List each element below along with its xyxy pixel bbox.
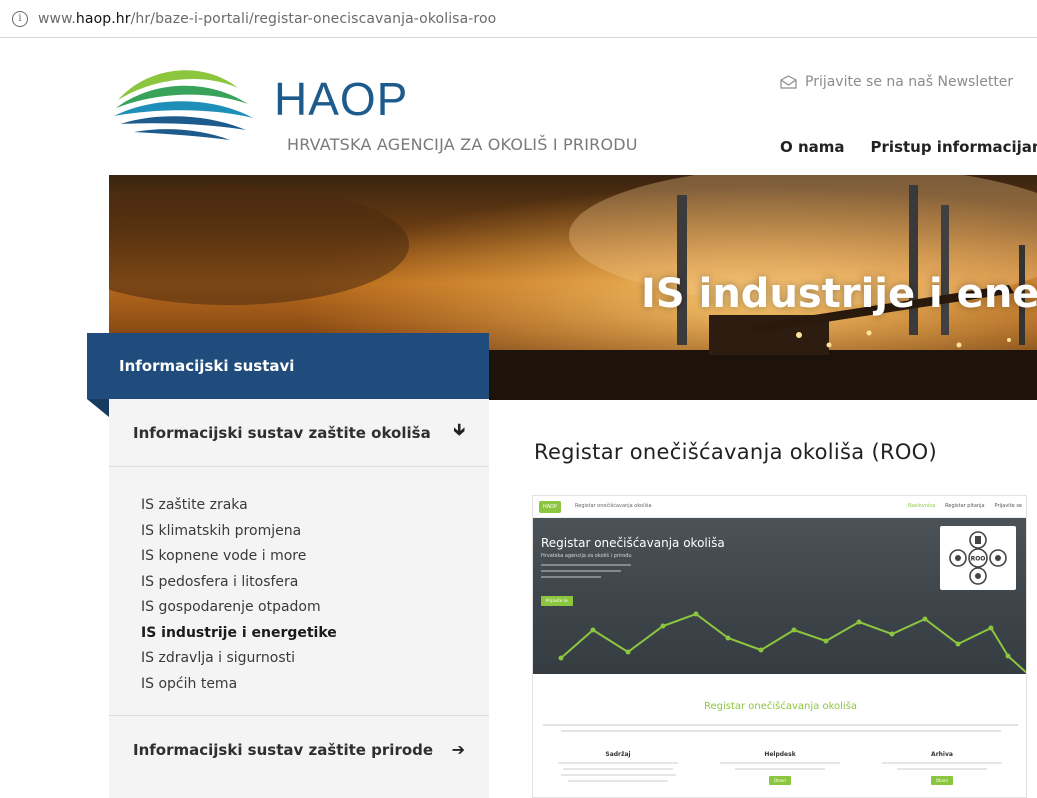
roo-emblem-icon: ROO [949,531,1007,585]
roo-emblem: ROO [940,526,1016,590]
brand-name[interactable]: HAOP [274,76,408,122]
preview-column-title: Sadržaj [605,751,631,758]
preview-text-line [558,762,678,764]
preview-column: Sadržaj [543,751,693,782]
preview-text-line [882,762,1002,764]
sidebar-section-label: Informacijski sustav zaštite okoliša [133,423,431,442]
nav-item-pristup-informacijama[interactable]: Pristup informacijam [871,138,1037,156]
preview-hero-button: Prijavite se [541,596,573,606]
sidebar-list: IS zaštite zraka IS klimatskih promjena … [141,493,337,697]
preview-text-line [541,576,601,578]
sidebar-section-label: Informacijski sustav zaštite prirode [133,740,434,759]
sidebar-item-zdravlje[interactable]: IS zdravlja i sigurnosti [141,646,337,672]
brand-tagline: HRVATSKA AGENCIJA ZA OKOLIŠ I PRIRODU [287,135,638,154]
sidebar-item-zrak[interactable]: IS zaštite zraka [141,493,337,519]
haop-logo-icon[interactable] [108,58,258,148]
preview-nav-links: Naslovnica Registar pitanja Prijavite se [908,503,1022,509]
roo-preview-image[interactable]: HAOP Registar onečišćavanja okoliša Nasl… [532,495,1027,798]
sidebar-section-priroda[interactable]: Informacijski sustav zaštite prirode ➔ [109,715,489,783]
address-bar[interactable]: i www.haop.hr/hr/baze-i-portali/registar… [0,0,1037,38]
preview-hero: Registar onečišćavanja okoliša Hrvatska … [533,518,1026,674]
sidebar: Informacijski sustav zaštite okoliša 🡳 I… [109,399,489,798]
preview-text-line [541,570,621,572]
preview-column-button: Otvori [769,776,791,785]
preview-hero-title: Registar onečišćavanja okoliša [541,536,725,550]
preview-logo: HAOP [539,501,561,513]
url-text[interactable]: www.haop.hr/hr/baze-i-portali/registar-o… [38,11,496,27]
sidebar-item-vode[interactable]: IS kopnene vode i more [141,544,337,570]
sidebar-fold [87,399,109,417]
info-icon[interactable]: i [12,10,28,27]
preview-body-title: Registar onečišćavanja okoliša [703,701,858,712]
sidebar-item-opce-teme[interactable]: IS općih tema [141,672,337,698]
newsletter-label: Prijavite se na naš Newsletter [805,74,1014,90]
sidebar-item-pedosfera[interactable]: IS pedosfera i litosfera [141,570,337,596]
preview-text-line [735,768,825,770]
preview-link: Prijavite se [994,503,1022,509]
preview-link: Naslovnica [907,503,936,509]
preview-text-line [541,564,631,566]
preview-text-line [720,762,840,764]
preview-nav-title: Registar onečišćavanja okoliša [575,503,652,509]
arrow-down-icon[interactable]: 🡳 [454,419,466,446]
preview-link: Registar pitanja [945,503,985,509]
roo-label: ROO [971,556,986,563]
preview-column-button: Otvori [931,776,953,785]
preview-text-line [563,768,673,770]
nav-item-o-nama[interactable]: O nama [780,138,845,156]
preview-column: Arhiva Otvori [867,751,1017,785]
sidebar-section-okolis[interactable]: Informacijski sustav zaštite okoliša 🡳 [109,399,489,467]
preview-text-line [560,774,676,776]
banner-title: IS industrije i energet [641,271,1037,317]
arrow-right-icon[interactable]: ➔ [452,740,465,759]
preview-navbar: HAOP Registar onečišćavanja okoliša Nasl… [533,496,1026,518]
sidebar-item-otpad[interactable]: IS gospodarenje otpadom [141,595,337,621]
sidebar-heading: Informacijski sustavi [87,333,489,399]
preview-column-title: Helpdesk [764,751,796,758]
preview-text-line [897,768,987,770]
mail-icon [780,75,797,89]
page-title: Registar onečišćavanja okoliša (ROO) [534,440,937,464]
preview-text-line [561,730,1001,732]
newsletter-link[interactable]: Prijavite se na naš Newsletter [780,74,1013,90]
preview-column-title: Arhiva [931,751,953,758]
preview-hero-subtitle: Hrvatska agencija za okoliš i prirodu [541,553,632,559]
preview-text-line [568,780,668,782]
top-navigation: O nama Pristup informacijam [780,138,1037,156]
sidebar-item-industrija[interactable]: IS industrije i energetike [141,621,337,647]
preview-column: Helpdesk Otvori [705,751,855,785]
preview-text-line [543,724,1018,726]
sidebar-item-klima[interactable]: IS klimatskih promjena [141,519,337,545]
